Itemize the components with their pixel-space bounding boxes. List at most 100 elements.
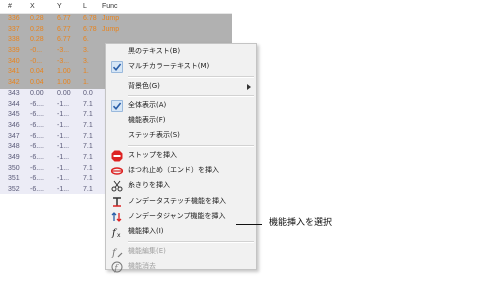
menu-item-label: 黒のテキスト(B) — [128, 47, 181, 55]
cell-y: 6.77 — [57, 25, 71, 33]
menu-item-multicolor-text[interactable]: マルチカラーテキスト(M) — [106, 59, 256, 74]
cell-index: 352 — [8, 186, 20, 193]
menu-separator — [128, 75, 254, 78]
column-header-y[interactable]: Y — [57, 2, 62, 12]
menu-item-insert-nondata-stitch[interactable]: ノンデータステッチ機能を挿入 — [106, 194, 256, 209]
function-delete-icon: f — [111, 261, 123, 273]
cell-y: -1... — [57, 164, 70, 172]
cell-length: 7.1 — [83, 132, 93, 140]
cell-x: -6.... — [30, 132, 45, 140]
cell-x: -6.... — [30, 143, 45, 151]
cell-x: 0.04 — [30, 79, 44, 87]
menu-item-label: 機能編集(E) — [128, 246, 166, 255]
cell-index: 344 — [8, 100, 20, 108]
table-row[interactable]: 336 0.28 6.77 6.78 Jump — [0, 14, 232, 25]
cell-x: -0... — [30, 57, 43, 65]
cell-y: -1... — [57, 143, 70, 151]
menu-item-insert-trim[interactable]: 糸きりを挿入 — [106, 178, 256, 193]
tie-off-icon — [111, 165, 123, 177]
menu-item-label: 機能挿入(I) — [128, 227, 164, 236]
cell-length: 7.1 — [83, 111, 93, 119]
cell-x: 0.00 — [30, 89, 44, 97]
callout-line — [236, 224, 262, 225]
cell-length: 7.1 — [83, 186, 93, 193]
cell-x: 0.04 — [30, 68, 44, 76]
cell-length: 7.1 — [83, 143, 93, 151]
jump-function-icon — [111, 211, 123, 223]
cell-length: 3. — [83, 57, 89, 65]
table-row[interactable]: 337 0.28 6.77 6.78 Jump — [0, 24, 232, 36]
menu-separator — [128, 94, 254, 97]
cell-x: -6.... — [30, 121, 45, 129]
svg-text:f: f — [111, 248, 118, 258]
cell-length: 1. — [83, 79, 89, 87]
cell-x: -6.... — [30, 111, 45, 119]
menu-item-background-color[interactable]: 背景色(G) — [106, 79, 256, 94]
cell-y: 1.00 — [57, 79, 71, 87]
cell-index: 341 — [8, 68, 20, 76]
cell-index: 350 — [8, 164, 20, 172]
menu-item-label: マルチカラーテキスト(M) — [128, 62, 210, 71]
menu-separator — [128, 240, 254, 243]
stitch-function-icon — [111, 196, 123, 208]
cell-length: 7.1 — [83, 153, 93, 161]
column-header-length[interactable]: L — [83, 2, 87, 12]
cell-x: -6.... — [30, 186, 45, 193]
svg-text:f: f — [114, 263, 120, 272]
check-icon — [111, 99, 123, 112]
cell-index: 349 — [8, 153, 20, 161]
context-menu: 黒のテキスト(B) マルチカラーテキスト(M) 背景色(G) 全体表示(A) 機能表示(… — [105, 43, 257, 273]
column-header-x[interactable]: X — [30, 2, 35, 12]
menu-item-label: 機能表示(F) — [128, 116, 166, 125]
cell-y: -1... — [57, 175, 70, 183]
cell-y: -1... — [57, 100, 70, 108]
cell-length: 7.1 — [83, 100, 93, 108]
column-header-index[interactable]: # — [8, 2, 12, 12]
cell-y: -1... — [57, 153, 70, 161]
cell-length: 6.78 — [83, 15, 97, 22]
menu-item-label: ストップを挿入 — [128, 150, 177, 159]
menu-item-label: ノンデータステッチ機能を挿入 — [128, 196, 226, 205]
menu-item-insert-tie-off[interactable]: ほつれ止め（エンド）を挿入 — [106, 163, 256, 178]
cell-length: 7.1 — [83, 175, 93, 183]
function-insert-icon: fx — [111, 226, 123, 238]
cell-index: 342 — [8, 79, 20, 87]
cell-index: 340 — [8, 57, 20, 65]
cell-y: -1... — [57, 186, 70, 193]
submenu-arrow-icon — [247, 83, 251, 90]
cell-index: 348 — [8, 143, 20, 151]
cell-y: 1.00 — [57, 68, 71, 76]
menu-item-show-functions[interactable]: 機能表示(F) — [106, 113, 256, 128]
menu-item-black-text[interactable]: 黒のテキスト(B) — [106, 44, 256, 59]
menu-item-show-stitches[interactable]: ステッチ表示(S) — [106, 128, 256, 143]
cell-y: -1... — [57, 121, 70, 129]
trim-icon — [111, 180, 123, 192]
menu-item-label: 機能消去 — [128, 261, 156, 270]
menu-item-insert-nondata-jump[interactable]: ノンデータジャンプ機能を挿入 — [106, 209, 256, 224]
menu-item-edit-function: f 機能編集(E) — [106, 244, 256, 259]
cell-y: 6.77 — [57, 36, 71, 44]
callout-label: 機能挿入を選択 — [269, 218, 333, 228]
menu-item-show-all[interactable]: 全体表示(A) — [106, 98, 256, 113]
cell-index: 351 — [8, 175, 20, 183]
column-header-function[interactable]: Func — [102, 2, 118, 12]
table-header: # X Y L Func — [0, 0, 232, 14]
cell-length: 3. — [83, 47, 89, 55]
cell-y: -3... — [57, 47, 70, 55]
stop-icon — [111, 150, 123, 162]
cell-length: 0.0 — [83, 89, 93, 97]
menu-item-insert-function[interactable]: f x 機能挿入(I) — [106, 224, 256, 239]
check-icon — [111, 61, 123, 74]
menu-item-delete-function: f 機能消去 — [106, 259, 256, 274]
cell-y: -3... — [57, 57, 70, 65]
cell-x: 0.28 — [30, 36, 44, 44]
cell-x: -0... — [30, 47, 43, 55]
cell-function: Jump — [102, 25, 120, 33]
cell-y: -1... — [57, 111, 70, 119]
cell-length: 1. — [83, 68, 89, 76]
menu-separator — [128, 144, 254, 147]
menu-item-insert-stop[interactable]: ストップを挿入 — [106, 148, 256, 163]
cell-index: 336 — [8, 15, 20, 22]
cell-y: 6.77 — [57, 15, 71, 22]
cell-x: -6.... — [30, 175, 45, 183]
